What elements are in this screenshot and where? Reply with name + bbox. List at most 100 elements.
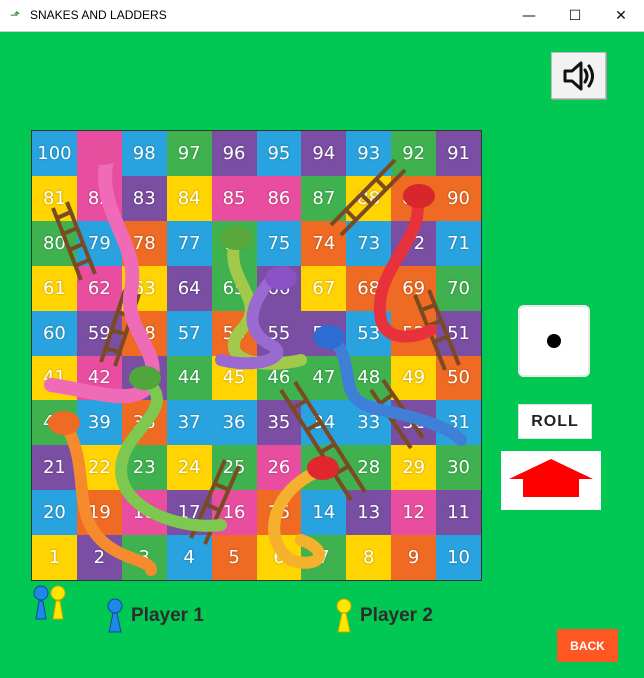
player-tokens: [33, 585, 66, 620]
board-cell: 94: [301, 131, 347, 176]
board-cell: 79: [76, 220, 122, 266]
board-cell: 78: [121, 220, 167, 266]
board-cell: 13: [346, 490, 392, 536]
board-cell: 1: [32, 535, 77, 580]
board-cell: 64: [166, 265, 212, 311]
roll-button[interactable]: ROLL: [518, 404, 592, 439]
board-cell: 40: [32, 400, 77, 446]
board-cell: 25: [211, 445, 257, 491]
board-cell: 60: [32, 310, 77, 356]
board-cell: 74: [301, 220, 347, 266]
board-cell: 65: [211, 265, 257, 311]
board-cell: 52: [391, 310, 437, 356]
board-cell: 68: [346, 265, 392, 311]
board-cell: 66: [256, 265, 302, 311]
board-cell: 42: [76, 355, 122, 401]
board-cell: 91: [436, 131, 481, 176]
dice-pip: [547, 334, 561, 348]
board-cell: 86: [256, 175, 302, 221]
title-bar: ⬏ SNAKES AND LADDERS — ☐ ✕: [0, 0, 644, 32]
board-cell: 19: [76, 490, 122, 536]
board-cell: 49: [391, 355, 437, 401]
board-cell: 62: [76, 265, 122, 311]
board-cell: 72: [391, 220, 437, 266]
close-button[interactable]: ✕: [598, 0, 644, 31]
board-cell: 39: [76, 400, 122, 446]
board-cell: 10: [436, 535, 481, 580]
board-cell: 83: [121, 175, 167, 221]
player-2-label: Player 2: [360, 605, 433, 626]
board-cell: 81: [32, 175, 77, 221]
pawn-icon: [107, 598, 123, 633]
board-cell: 96: [211, 131, 257, 176]
board-cell: 31: [436, 400, 481, 446]
up-arrow-icon: [509, 459, 593, 497]
board-cell: 85: [211, 175, 257, 221]
board-cell: 95: [256, 131, 302, 176]
board-cell: 35: [256, 400, 302, 446]
board-cell: 82: [76, 175, 122, 221]
board-cell: 54: [301, 310, 347, 356]
board-cell: 100: [32, 131, 77, 176]
board-cell: 20: [32, 490, 77, 536]
board-cell: 5: [211, 535, 257, 580]
back-button[interactable]: BACK: [557, 629, 618, 662]
board-cell: 84: [166, 175, 212, 221]
board-cell: 27: [301, 445, 347, 491]
board-cell: 61: [32, 265, 77, 311]
board-cell: 80: [32, 220, 77, 266]
board-cell: 97: [166, 131, 212, 176]
board-cell: 21: [32, 445, 77, 491]
board-cell: 57: [166, 310, 212, 356]
maximize-icon: ☐: [568, 7, 582, 24]
game-area: 100 99 98 97 96 95 94 93 92 91 81 82 83 84 85 86 87 88 89 9…: [1, 32, 643, 677]
board-cell: 36: [211, 400, 257, 446]
board-cell: 58: [121, 310, 167, 356]
board-cell: 99: [76, 131, 122, 176]
board-cell: 32: [391, 400, 437, 446]
board-cell: 17: [166, 490, 212, 536]
board-cell: 38: [121, 400, 167, 446]
board-cell: 55: [256, 310, 302, 356]
player-1: Player 1: [105, 598, 204, 634]
board-cell: 7: [301, 535, 347, 580]
board-cell: 11: [436, 490, 481, 536]
pawn-icon: [33, 585, 49, 620]
sound-button[interactable]: [551, 52, 606, 99]
board-cell: 22: [76, 445, 122, 491]
board-cell: 89: [391, 175, 437, 221]
dice[interactable]: [518, 305, 590, 377]
board-cell: 41: [32, 355, 77, 401]
pawn-icon: [336, 598, 352, 633]
board-cell: 16: [211, 490, 257, 536]
board-cell: 14: [301, 490, 347, 536]
pawn-icon: [50, 585, 66, 620]
board-cell: 56: [211, 310, 257, 356]
minimize-button[interactable]: —: [506, 0, 552, 31]
board-cell: 93: [346, 131, 392, 176]
board-cell: 73: [346, 220, 392, 266]
board-cell: 4: [166, 535, 212, 580]
maximize-button[interactable]: ☐: [552, 0, 598, 31]
board-cell: 48: [346, 355, 392, 401]
speaker-icon: [563, 61, 594, 90]
board-cell: 34: [301, 400, 347, 446]
move-button[interactable]: [501, 451, 601, 510]
board-cell: 75: [256, 220, 302, 266]
board-cell: 37: [166, 400, 212, 446]
board-cell: 87: [301, 175, 347, 221]
board-cell: 46: [256, 355, 302, 401]
board-cell: 71: [436, 220, 481, 266]
board-cell: 9: [391, 535, 437, 580]
board-cell: 88: [346, 175, 392, 221]
board-cell: 26: [256, 445, 302, 491]
board-cell: 28: [346, 445, 392, 491]
close-icon: ✕: [615, 7, 627, 24]
minimize-icon: —: [522, 7, 536, 24]
board-cell: 53: [346, 310, 392, 356]
board-cell: 2: [76, 535, 122, 580]
board-cell: 76: [211, 220, 257, 266]
player-1-label: Player 1: [131, 605, 204, 626]
board-cell: 6: [256, 535, 302, 580]
game-board: 100 99 98 97 96 95 94 93 92 91 81 82 83 84 85 86 87 88 89 9…: [31, 130, 482, 581]
